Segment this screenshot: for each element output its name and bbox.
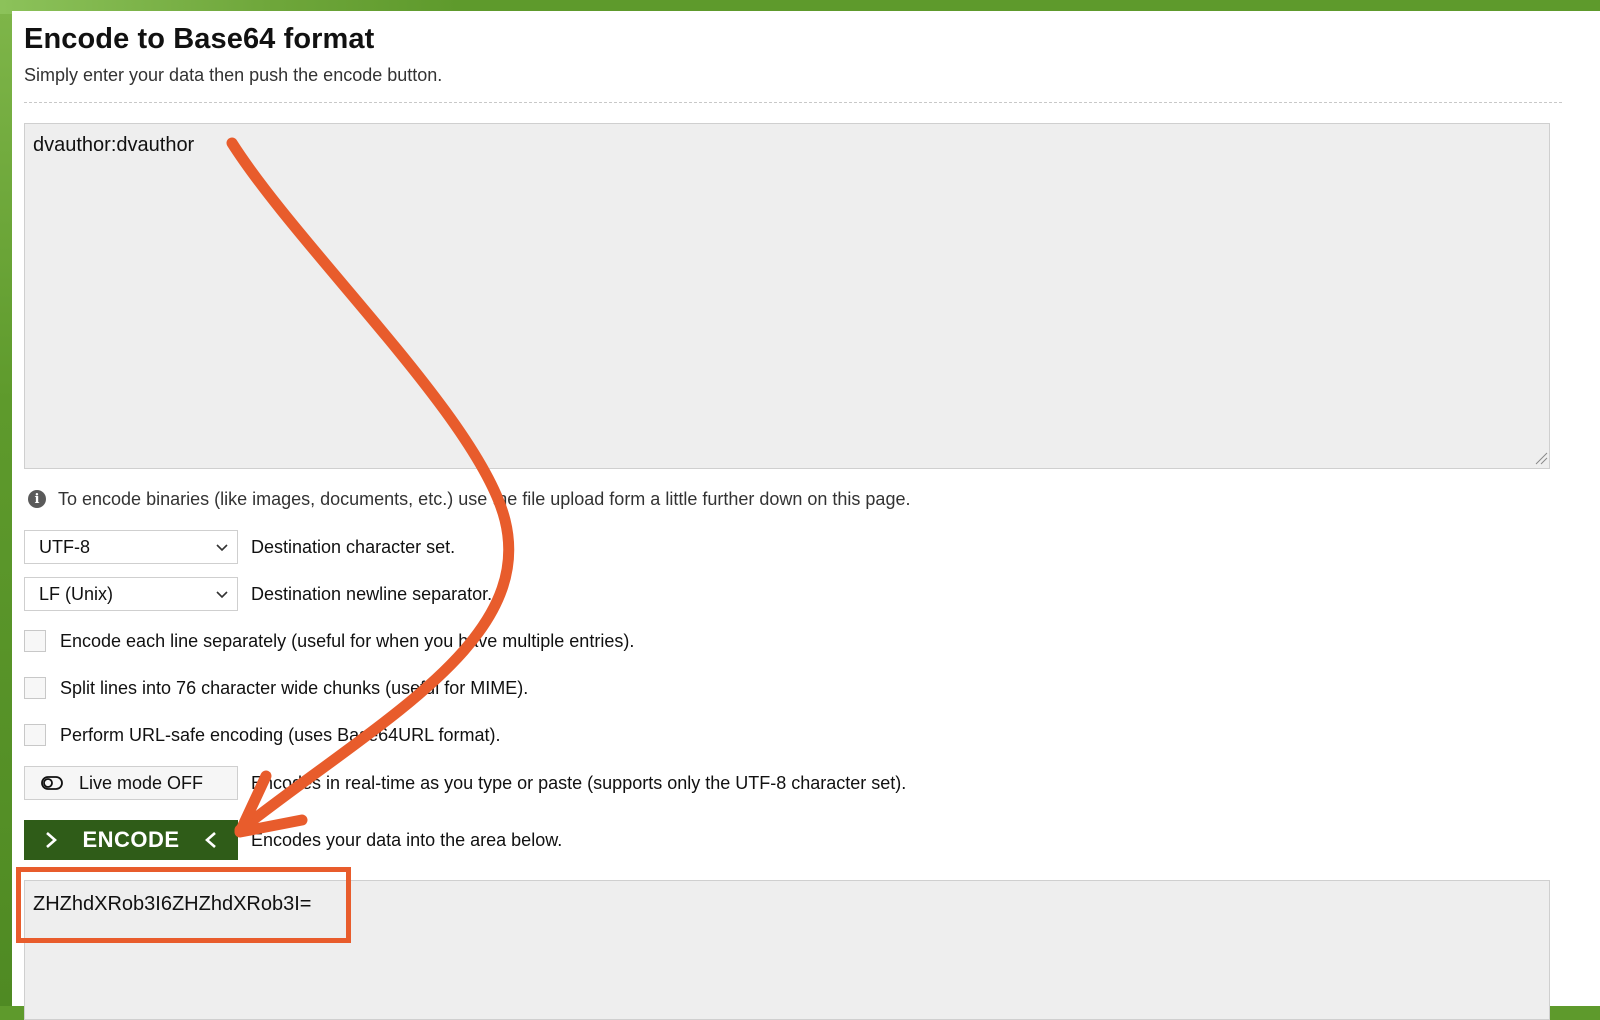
resize-grip-icon[interactable] bbox=[1534, 451, 1548, 465]
charset-label: Destination character set. bbox=[251, 536, 456, 557]
split-lines-label: Split lines into 76 character wide chunk… bbox=[60, 677, 529, 698]
live-mode-button[interactable]: Live mode OFF bbox=[24, 766, 238, 800]
newline-row: LF (Unix) Destination newline separator. bbox=[24, 577, 492, 611]
input-textarea[interactable] bbox=[24, 123, 1550, 469]
info-note: i To encode binaries (like images, docum… bbox=[28, 487, 910, 511]
live-mode-description: Encodes in real-time as you type or past… bbox=[251, 772, 907, 793]
page-subtitle: Simply enter your data then push the enc… bbox=[24, 65, 443, 85]
split-lines-checkbox[interactable] bbox=[24, 677, 46, 699]
encode-each-line-checkbox[interactable] bbox=[24, 630, 46, 652]
url-safe-label: Perform URL-safe encoding (uses Base64UR… bbox=[60, 724, 501, 745]
option-split-lines: Split lines into 76 character wide chunk… bbox=[24, 677, 528, 699]
url-safe-checkbox[interactable] bbox=[24, 724, 46, 746]
newline-label: Destination newline separator. bbox=[251, 583, 493, 604]
newline-selected: LF (Unix) bbox=[39, 583, 114, 604]
live-mode-row: Live mode OFF Encodes in real-time as yo… bbox=[24, 766, 906, 800]
output-textarea[interactable]: ZHZhdXRob3I6ZHZhdXRob3I= bbox=[24, 880, 1550, 1020]
option-encode-each-line: Encode each line separately (useful for … bbox=[24, 630, 634, 652]
chevron-left-icon bbox=[205, 832, 216, 848]
encoder-panel: Encode to Base64 format Simply enter you… bbox=[12, 11, 1600, 1020]
encode-button[interactable]: ENCODE bbox=[24, 820, 238, 860]
divider bbox=[24, 102, 1562, 103]
encode-row: ENCODE Encodes your data into the area b… bbox=[24, 820, 562, 860]
chevron-down-icon bbox=[216, 544, 228, 552]
info-text: To encode binaries (like images, documen… bbox=[58, 488, 911, 509]
encode-each-line-label: Encode each line separately (useful for … bbox=[60, 630, 635, 651]
encode-description: Encodes your data into the area below. bbox=[251, 829, 563, 850]
charset-select[interactable]: UTF-8 bbox=[24, 530, 238, 564]
charset-selected: UTF-8 bbox=[39, 536, 90, 557]
newline-select[interactable]: LF (Unix) bbox=[24, 577, 238, 611]
page-title: Encode to Base64 format bbox=[24, 23, 375, 55]
option-url-safe: Perform URL-safe encoding (uses Base64UR… bbox=[24, 724, 501, 746]
encode-button-label: ENCODE bbox=[82, 827, 180, 852]
chevron-down-icon bbox=[216, 591, 228, 599]
toggle-off-icon bbox=[41, 776, 63, 790]
charset-row: UTF-8 Destination character set. bbox=[24, 530, 455, 564]
info-icon: i bbox=[28, 490, 46, 508]
live-mode-label: Live mode OFF bbox=[79, 772, 204, 793]
chevron-right-icon bbox=[46, 832, 57, 848]
output-value: ZHZhdXRob3I6ZHZhdXRob3I= bbox=[33, 893, 312, 915]
